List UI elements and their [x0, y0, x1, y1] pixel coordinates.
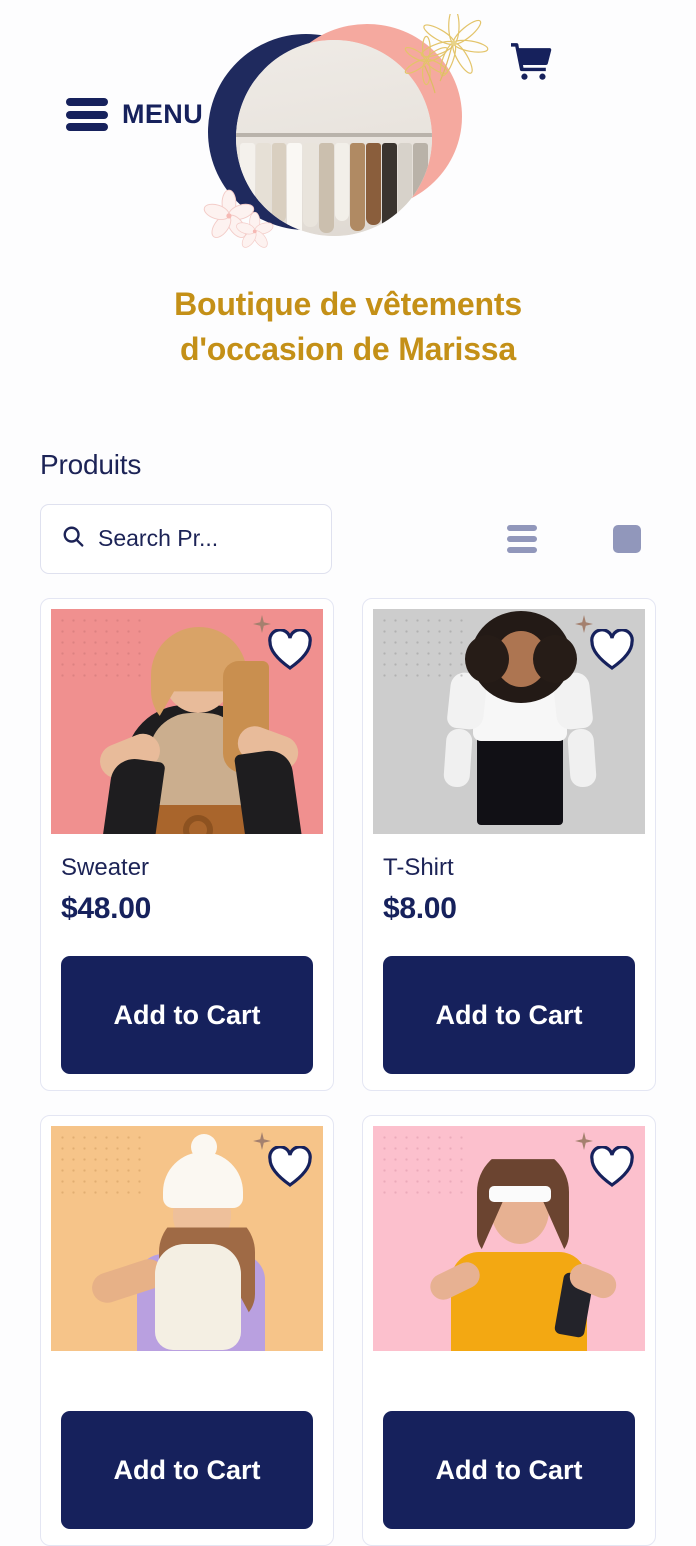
gold-flower-decor — [404, 8, 490, 100]
product-card[interactable]: Add to Cart — [362, 1114, 656, 1546]
add-to-cart-button[interactable]: Add to Cart — [383, 1410, 635, 1529]
product-card[interactable]: Add to Cart — [40, 1114, 334, 1546]
section-heading-produits: Produits — [40, 448, 142, 480]
page-title: Boutique de vêtements d'occasion de Mari… — [0, 282, 696, 373]
square-icon[interactable] — [613, 524, 641, 553]
add-to-cart-button[interactable]: Add to Cart — [61, 955, 313, 1074]
product-card[interactable]: T-Shirt $8.00 Add to Cart — [362, 597, 656, 1091]
add-to-cart-button[interactable]: Add to Cart — [383, 955, 635, 1074]
product-image — [51, 608, 323, 834]
product-name: T-Shirt — [383, 853, 454, 881]
favorite-heart-icon[interactable] — [589, 628, 635, 676]
products-controls: Search Pr... — [0, 503, 696, 574]
product-image — [373, 1125, 645, 1351]
hero-banner — [0, 8, 696, 252]
product-name: Sweater — [61, 853, 150, 881]
search-input[interactable]: Search Pr... — [40, 503, 332, 574]
dot-pattern-decor — [379, 1131, 471, 1200]
favorite-heart-icon[interactable] — [267, 1145, 313, 1193]
hero-composition — [198, 8, 498, 252]
page-title-line-1: Boutique de vêtements — [174, 286, 522, 322]
favorite-heart-icon[interactable] — [267, 628, 313, 676]
product-grid: Sweater $48.00 Add to Cart T-Shirt $8.00… — [0, 597, 696, 1546]
page-title-line-2: d'occasion de Marissa — [180, 331, 516, 368]
dot-pattern-decor — [379, 614, 471, 683]
product-card[interactable]: Sweater $48.00 Add to Cart — [40, 597, 334, 1091]
view-toggle-group — [507, 523, 641, 555]
list-view-icon[interactable] — [507, 524, 537, 553]
favorite-heart-icon[interactable] — [589, 1145, 635, 1193]
add-to-cart-button[interactable]: Add to Cart — [61, 1410, 313, 1529]
search-icon — [61, 524, 86, 554]
grid-view-icon[interactable] — [559, 523, 591, 555]
search-placeholder: Search Pr... — [98, 525, 219, 552]
product-image — [373, 608, 645, 834]
dot-pattern-decor — [57, 1131, 149, 1200]
product-price: $8.00 — [383, 891, 457, 925]
product-price: $48.00 — [61, 891, 151, 925]
product-image — [51, 1125, 323, 1351]
dot-pattern-decor — [57, 614, 149, 683]
pale-flower-decor — [198, 166, 284, 248]
